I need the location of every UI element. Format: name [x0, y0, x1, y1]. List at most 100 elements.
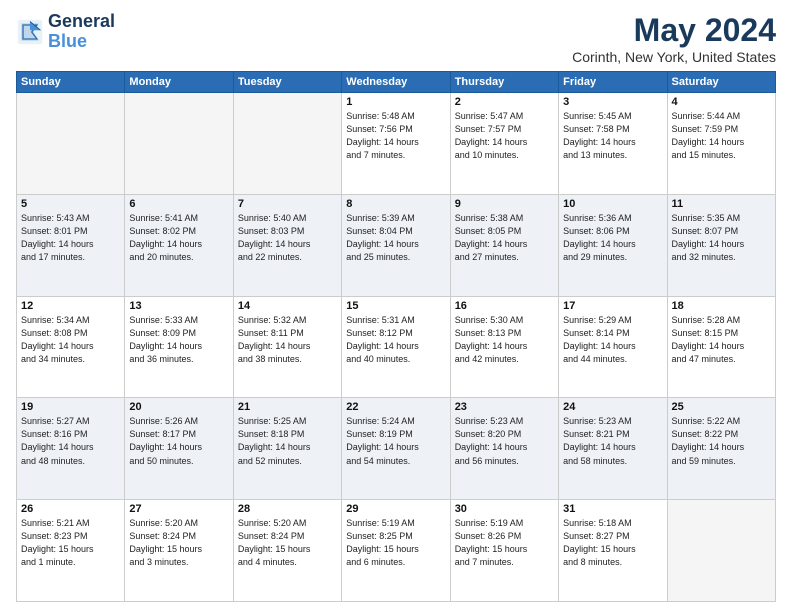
table-row: 22Sunrise: 5:24 AM Sunset: 8:19 PM Dayli…: [342, 398, 450, 500]
day-info: Sunrise: 5:43 AM Sunset: 8:01 PM Dayligh…: [21, 212, 120, 264]
logo-icon: [16, 18, 44, 46]
day-info: Sunrise: 5:35 AM Sunset: 8:07 PM Dayligh…: [672, 212, 771, 264]
table-row: 1 Sunrise: 5:48 AM Sunset: 7:56 PM Daylig…: [342, 93, 450, 195]
logo-text: General Blue: [48, 12, 115, 52]
day-info: Sunrise: 5:44 AM Sunset: 7:59 PM Dayligh…: [672, 110, 771, 162]
day-info: Sunrise: 5:36 AM Sunset: 8:06 PM Dayligh…: [563, 212, 662, 264]
day-info: Sunrise: 5:29 AM Sunset: 8:14 PM Dayligh…: [563, 314, 662, 366]
title-location: Corinth, New York, United States: [572, 49, 776, 65]
day-number: 7: [238, 198, 337, 210]
calendar-week-row: 12 Sunrise: 5:34 AM Sunset: 8:08 PM Dayli…: [17, 296, 776, 398]
calendar-table: Sunday Monday Tuesday Wednesday Thursday…: [16, 71, 776, 602]
day-number: 24: [563, 401, 662, 413]
day-number: 15: [346, 300, 445, 312]
day-number: 5: [21, 198, 120, 210]
day-info: Sunrise: 5:25 AM Sunset: 8:18 PM Dayligh…: [238, 415, 337, 467]
day-info: Sunrise: 5:39 AM Sunset: 8:04 PM Dayligh…: [346, 212, 445, 264]
col-wednesday: Wednesday: [342, 72, 450, 93]
header: General Blue May 2024 Corinth, New York,…: [16, 12, 776, 65]
calendar-week-row: 5 Sunrise: 5:43 AM Sunset: 8:01 PM Daylig…: [17, 194, 776, 296]
day-number: 27: [129, 503, 228, 515]
table-row: 30Sunrise: 5:19 AM Sunset: 8:26 PM Dayli…: [450, 500, 558, 602]
table-row: 8 Sunrise: 5:39 AM Sunset: 8:04 PM Daylig…: [342, 194, 450, 296]
day-number: 6: [129, 198, 228, 210]
col-thursday: Thursday: [450, 72, 558, 93]
day-info: Sunrise: 5:20 AM Sunset: 8:24 PM Dayligh…: [129, 517, 228, 569]
day-info: Sunrise: 5:31 AM Sunset: 8:12 PM Dayligh…: [346, 314, 445, 366]
table-row: [17, 93, 125, 195]
day-info: Sunrise: 5:23 AM Sunset: 8:21 PM Dayligh…: [563, 415, 662, 467]
page: General Blue May 2024 Corinth, New York,…: [0, 0, 792, 612]
day-number: 2: [455, 96, 554, 108]
day-number: 31: [563, 503, 662, 515]
day-info: Sunrise: 5:28 AM Sunset: 8:15 PM Dayligh…: [672, 314, 771, 366]
day-info: Sunrise: 5:26 AM Sunset: 8:17 PM Dayligh…: [129, 415, 228, 467]
day-info: Sunrise: 5:23 AM Sunset: 8:20 PM Dayligh…: [455, 415, 554, 467]
day-number: 19: [21, 401, 120, 413]
table-row: 7 Sunrise: 5:40 AM Sunset: 8:03 PM Daylig…: [233, 194, 341, 296]
day-info: Sunrise: 5:40 AM Sunset: 8:03 PM Dayligh…: [238, 212, 337, 264]
day-info: Sunrise: 5:18 AM Sunset: 8:27 PM Dayligh…: [563, 517, 662, 569]
calendar-week-row: 1 Sunrise: 5:48 AM Sunset: 7:56 PM Daylig…: [17, 93, 776, 195]
day-info: Sunrise: 5:32 AM Sunset: 8:11 PM Dayligh…: [238, 314, 337, 366]
table-row: 27 Sunrise: 5:20 AM Sunset: 8:24 PM Dayli…: [125, 500, 233, 602]
day-number: 9: [455, 198, 554, 210]
day-info: Sunrise: 5:27 AM Sunset: 8:16 PM Dayligh…: [21, 415, 120, 467]
table-row: [233, 93, 341, 195]
table-row: 25Sunrise: 5:22 AM Sunset: 8:22 PM Dayli…: [667, 398, 775, 500]
logo-line2: Blue: [48, 31, 87, 51]
day-info: Sunrise: 5:24 AM Sunset: 8:19 PM Dayligh…: [346, 415, 445, 467]
day-number: 20: [129, 401, 228, 413]
day-number: 8: [346, 198, 445, 210]
day-number: 14: [238, 300, 337, 312]
day-number: 3: [563, 96, 662, 108]
day-info: Sunrise: 5:48 AM Sunset: 7:56 PM Dayligh…: [346, 110, 445, 162]
day-info: Sunrise: 5:34 AM Sunset: 8:08 PM Dayligh…: [21, 314, 120, 366]
day-info: Sunrise: 5:33 AM Sunset: 8:09 PM Dayligh…: [129, 314, 228, 366]
day-info: Sunrise: 5:41 AM Sunset: 8:02 PM Dayligh…: [129, 212, 228, 264]
table-row: 17 Sunrise: 5:29 AM Sunset: 8:14 PM Dayli…: [559, 296, 667, 398]
table-row: 19 Sunrise: 5:27 AM Sunset: 8:16 PM Dayli…: [17, 398, 125, 500]
table-row: 20 Sunrise: 5:26 AM Sunset: 8:17 PM Dayli…: [125, 398, 233, 500]
table-row: 15 Sunrise: 5:31 AM Sunset: 8:12 PM Dayli…: [342, 296, 450, 398]
calendar-week-row: 26 Sunrise: 5:21 AM Sunset: 8:23 PM Dayli…: [17, 500, 776, 602]
logo: General Blue: [16, 12, 115, 52]
day-number: 11: [672, 198, 771, 210]
day-info: Sunrise: 5:21 AM Sunset: 8:23 PM Dayligh…: [21, 517, 120, 569]
day-info: Sunrise: 5:19 AM Sunset: 8:26 PM Dayligh…: [455, 517, 554, 569]
col-sunday: Sunday: [17, 72, 125, 93]
col-saturday: Saturday: [667, 72, 775, 93]
day-number: 12: [21, 300, 120, 312]
table-row: 14 Sunrise: 5:32 AM Sunset: 8:11 PM Dayli…: [233, 296, 341, 398]
day-number: 4: [672, 96, 771, 108]
title-month: May 2024: [572, 12, 776, 49]
day-number: 1: [346, 96, 445, 108]
calendar-week-row: 19 Sunrise: 5:27 AM Sunset: 8:16 PM Dayli…: [17, 398, 776, 500]
table-row: 10Sunrise: 5:36 AM Sunset: 8:06 PM Dayli…: [559, 194, 667, 296]
day-info: Sunrise: 5:45 AM Sunset: 7:58 PM Dayligh…: [563, 110, 662, 162]
day-info: Sunrise: 5:30 AM Sunset: 8:13 PM Dayligh…: [455, 314, 554, 366]
day-number: 29: [346, 503, 445, 515]
day-info: Sunrise: 5:38 AM Sunset: 8:05 PM Dayligh…: [455, 212, 554, 264]
table-row: 24 Sunrise: 5:23 AM Sunset: 8:21 PM Dayli…: [559, 398, 667, 500]
col-monday: Monday: [125, 72, 233, 93]
table-row: 31 Sunrise: 5:18 AM Sunset: 8:27 PM Dayli…: [559, 500, 667, 602]
table-row: 3 Sunrise: 5:45 AM Sunset: 7:58 PM Daylig…: [559, 93, 667, 195]
day-number: 23: [455, 401, 554, 413]
table-row: [125, 93, 233, 195]
day-number: 18: [672, 300, 771, 312]
table-row: 13Sunrise: 5:33 AM Sunset: 8:09 PM Dayli…: [125, 296, 233, 398]
day-number: 16: [455, 300, 554, 312]
day-number: 26: [21, 503, 120, 515]
day-number: 17: [563, 300, 662, 312]
table-row: 12 Sunrise: 5:34 AM Sunset: 8:08 PM Dayli…: [17, 296, 125, 398]
calendar-header-row: Sunday Monday Tuesday Wednesday Thursday…: [17, 72, 776, 93]
table-row: 18 Sunrise: 5:28 AM Sunset: 8:15 PM Dayli…: [667, 296, 775, 398]
table-row: 16 Sunrise: 5:30 AM Sunset: 8:13 PM Dayli…: [450, 296, 558, 398]
table-row: 29Sunrise: 5:19 AM Sunset: 8:25 PM Dayli…: [342, 500, 450, 602]
table-row: 23 Sunrise: 5:23 AM Sunset: 8:20 PM Dayli…: [450, 398, 558, 500]
day-info: Sunrise: 5:20 AM Sunset: 8:24 PM Dayligh…: [238, 517, 337, 569]
logo-line1: General: [48, 12, 115, 32]
table-row: 4 Sunrise: 5:44 AM Sunset: 7:59 PM Daylig…: [667, 93, 775, 195]
table-row: 28Sunrise: 5:20 AM Sunset: 8:24 PM Dayli…: [233, 500, 341, 602]
